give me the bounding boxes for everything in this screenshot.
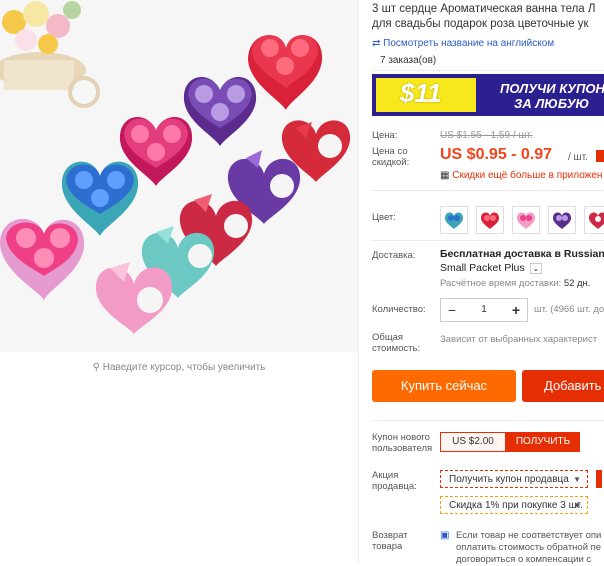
seller-discount-dropdown[interactable]: Скидка 1% при покупке 3 шт. ▼: [440, 496, 588, 514]
product-title-line-2: для свадьбы подарок роза цветочные ук: [372, 18, 589, 30]
total-value: Зависит от выбранных характерист: [440, 334, 598, 345]
product-title: 3 шт сердце Ароматическая ванна тела Л д…: [372, 2, 595, 32]
divider: [372, 190, 604, 191]
shipping-destination: Бесплатная доставка в Russian Fe: [440, 248, 604, 260]
chevron-down-icon: ⌄: [529, 263, 543, 274]
shipping-method-text: Small Packet Plus: [440, 262, 525, 274]
zoom-hint-text: Наведите курсор, чтобы увеличить: [102, 362, 266, 373]
returns-label-2: товара: [372, 541, 403, 552]
translate-icon: ⇄: [372, 38, 384, 49]
seller-coupon-edge: [596, 470, 602, 488]
quantity-plus-button[interactable]: +: [505, 299, 527, 321]
orders-count: 7 заказа(ов): [372, 52, 604, 71]
delivery-time-label: Расчётное время доставки:: [440, 278, 562, 289]
quantity-label: Количество:: [372, 304, 426, 315]
get-coupon-button[interactable]: ПОЛУЧИТЬ: [506, 432, 580, 452]
translate-title-text: Посмотреть название на английском: [383, 38, 555, 49]
old-price: US $1.55 - 1.59 / шт.: [440, 130, 533, 141]
current-price: US $0.95 - 0.97: [440, 146, 553, 163]
banner-amount: $11: [400, 78, 442, 108]
total-label-1: Общая: [372, 332, 404, 343]
discount-badge: [596, 150, 604, 162]
product-gallery: ⚲ Наведите курсор, чтобы увеличить: [0, 0, 360, 564]
total-label-2: стоимость:: [372, 343, 421, 354]
column-divider: [358, 0, 359, 564]
discount-price-label-1: Цена со: [372, 146, 408, 157]
product-info-panel: 3 шт сердце Ароматическая ванна тела Л д…: [372, 0, 604, 565]
delivery-time: Расчётное время доставки: 52 дн.: [440, 278, 590, 289]
caret-down-icon: ▼: [573, 501, 581, 510]
color-swatch-red-2[interactable]: [584, 206, 604, 234]
shipping-label: Доставка:: [372, 250, 416, 261]
seller-coupon-text: Получить купон продавца: [449, 474, 569, 485]
product-photo-illustration: [0, 0, 358, 352]
color-swatch-pink[interactable]: [512, 206, 540, 234]
price-label: Цена:: [372, 130, 398, 141]
qr-icon: ▦: [440, 170, 453, 181]
banner-line-1: ПОЛУЧИ КУПОН: [500, 81, 604, 96]
seller-coupon-dropdown[interactable]: Получить купон продавца ▼: [440, 470, 588, 488]
new-user-coupon-label-2: пользователя: [372, 443, 433, 454]
zoom-hint: ⚲ Наведите курсор, чтобы увеличить: [0, 362, 358, 373]
returns-label-1: Возврат: [372, 530, 408, 541]
orders-count-text: 7 заказа(ов): [380, 55, 437, 66]
new-user-coupon-label-1: Купон нового: [372, 432, 430, 443]
color-swatch-red[interactable]: [476, 206, 504, 234]
magnifier-icon: ⚲: [92, 362, 103, 373]
translate-title-link[interactable]: ⇄ Посмотреть название на английском: [372, 38, 554, 49]
buy-now-button[interactable]: Купить сейчас: [372, 370, 516, 402]
return-policy-icon: ▣: [440, 530, 450, 541]
app-discount-text: Скидки ещё больше в приложен: [452, 170, 603, 181]
return-policy-text: Если товар не соответствует опи оплатить…: [456, 530, 602, 565]
quantity-minus-button[interactable]: −: [441, 299, 463, 321]
add-to-cart-button[interactable]: Добавить: [522, 370, 604, 402]
app-discount-link[interactable]: ▦ Скидки ещё больше в приложен: [440, 170, 602, 181]
delivery-time-value: 52 дн.: [563, 278, 591, 289]
seller-promo-label-2: продавца:: [372, 481, 417, 492]
divider: [372, 240, 604, 241]
color-swatch-purple[interactable]: [548, 206, 576, 234]
caret-down-icon: ▼: [573, 475, 581, 484]
product-image[interactable]: [0, 0, 358, 352]
banner-line-2: ЗА ЛЮБУЮ: [514, 96, 590, 111]
discount-price-label-2: скидкой:: [372, 157, 410, 168]
shipping-method-select[interactable]: Small Packet Plus ⌄: [440, 262, 543, 274]
quantity-stepper: − 1 +: [440, 298, 528, 322]
color-swatch-teal[interactable]: [440, 206, 468, 234]
seller-discount-text: Скидка 1% при покупке 3 шт.: [449, 500, 583, 511]
stock-available: шт. (4966 шт. дос: [534, 304, 604, 315]
product-title-line-1: 3 шт сердце Ароматическая ванна тела Л: [372, 3, 596, 15]
new-user-coupon-value: US $2.00: [440, 432, 506, 452]
quantity-input[interactable]: 1: [463, 299, 505, 321]
seller-promo-label-1: Акция: [372, 470, 399, 481]
divider: [372, 420, 604, 421]
coupon-banner[interactable]: $11 ПОЛУЧИ КУПОН ЗА ЛЮБУЮ: [372, 74, 604, 116]
color-label: Цвет:: [372, 212, 396, 223]
price-unit: / шт.: [568, 152, 588, 163]
